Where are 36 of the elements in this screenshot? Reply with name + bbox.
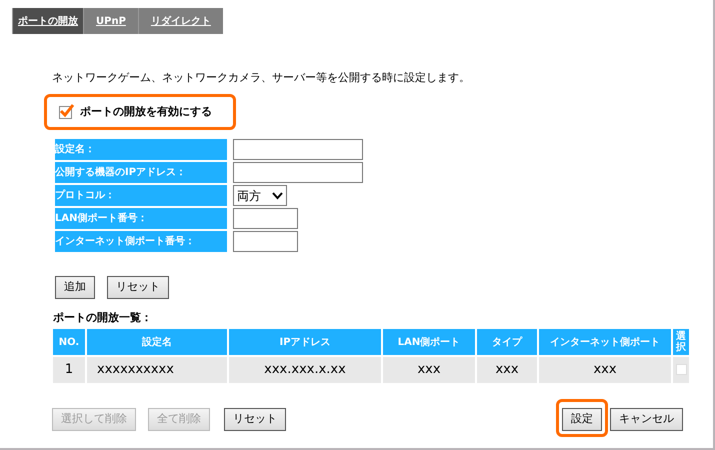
list-title: ポートの開放一覧： [53, 310, 152, 326]
chevron-down-icon [272, 192, 283, 200]
table-cell: xxxxxxxxxx [87, 357, 227, 383]
column-header: 設定名 [87, 329, 227, 355]
description-text: ネットワークゲーム、ネットワークカメラ、サーバー等を公開する時に設定します。 [52, 70, 470, 86]
column-header: タイプ [477, 329, 537, 355]
checkbox-label: ポートの開放を有効にする [80, 104, 212, 120]
table-cell: xxx [383, 357, 475, 383]
table-cell: 1 [53, 357, 85, 383]
checkmark-icon [59, 102, 75, 118]
action-button[interactable]: リセット [224, 408, 286, 431]
column-header: NO. [53, 329, 85, 355]
tab[interactable]: ポートの開放 [12, 8, 83, 34]
column-header: IPアドレス [229, 329, 381, 355]
field-label: インターネット側ポート番号： [55, 231, 227, 252]
checkbox[interactable] [59, 106, 72, 118]
table-cell: xxx [539, 357, 671, 383]
field-label: プロトコル： [55, 185, 227, 206]
column-header: LAN側ポート [383, 329, 475, 355]
input-field[interactable] [233, 231, 298, 252]
action-button[interactable]: 設定 [562, 408, 602, 431]
field-label: LAN側ポート番号： [55, 208, 227, 229]
protocol-dropdown[interactable]: 両方 [233, 185, 287, 206]
table-cell: xxx [477, 357, 537, 383]
column-header: 選択 [673, 329, 689, 355]
field-label: 設定名： [55, 139, 227, 160]
input-field[interactable] [233, 208, 298, 229]
column-header: インターネット側ポート [539, 329, 671, 355]
row-checkbox[interactable] [676, 364, 686, 375]
form-button[interactable]: 追加 [55, 276, 95, 299]
input-field[interactable] [233, 162, 363, 183]
field-label: 公開する機器のIPアドレス： [55, 162, 227, 183]
table-cell: xxx.xxx.x.xx [229, 357, 381, 383]
input-field[interactable] [233, 139, 363, 160]
form-button[interactable]: リセット [107, 276, 169, 299]
action-button[interactable]: キャンセル [610, 408, 683, 431]
